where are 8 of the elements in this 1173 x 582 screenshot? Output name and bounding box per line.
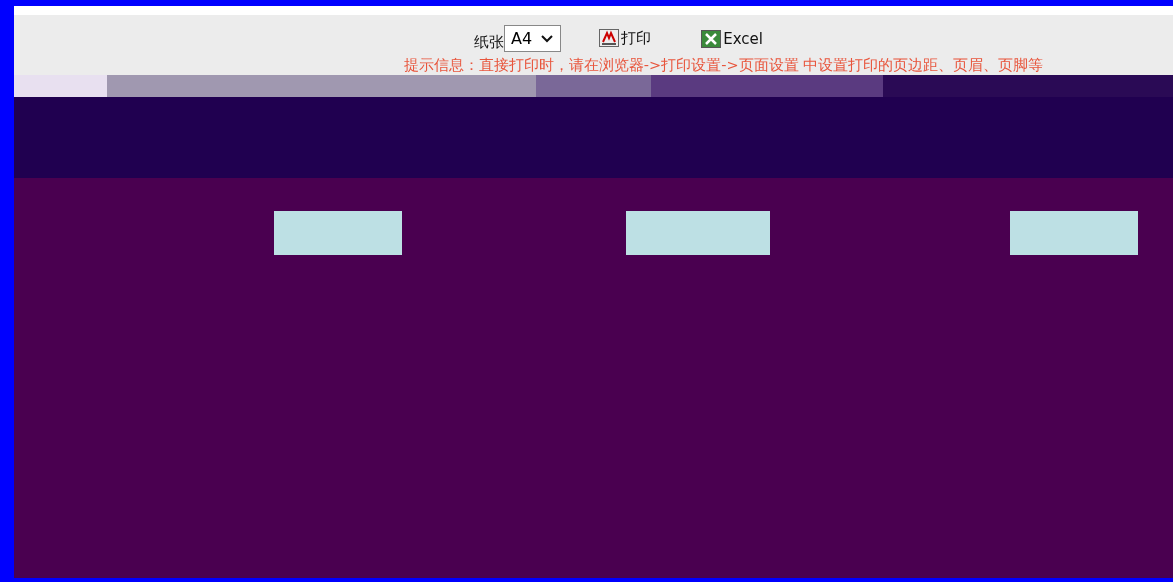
excel-button[interactable]: Excel <box>701 29 763 48</box>
paper-select[interactable]: A4 <box>504 25 562 52</box>
hint-text: 提示信息：直接打印时，请在浏览器->打印设置->页面设置 中设置打印的页边距、页眉、页脚等 <box>403 56 1044 75</box>
pdf-icon <box>599 29 620 47</box>
chevron-icon <box>540 33 555 44</box>
spreadsheet-icon <box>701 29 722 48</box>
print-button[interactable]: 打印 <box>599 29 652 48</box>
paper-label: 纸张 <box>474 33 505 52</box>
